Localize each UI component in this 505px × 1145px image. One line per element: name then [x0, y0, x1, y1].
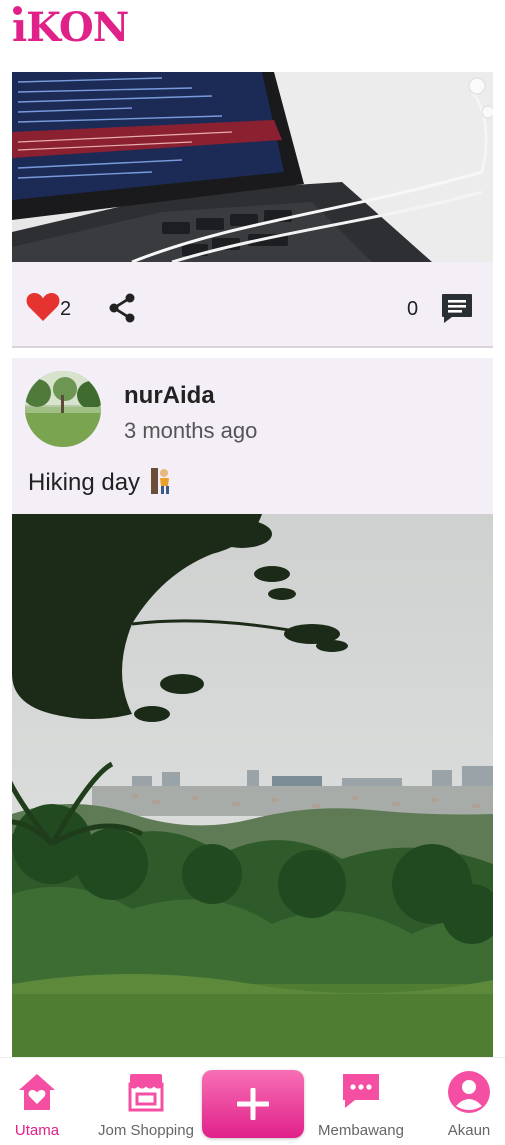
person-climbing-icon — [150, 468, 173, 501]
caption-text: Hiking day — [28, 469, 141, 496]
laptop-photo-image — [12, 72, 493, 262]
post-actions: 2 0 — [12, 262, 493, 346]
plus-icon — [237, 1088, 269, 1120]
comment-count: 0 — [407, 298, 419, 320]
nav-item-membawang[interactable]: Membawang — [312, 1058, 410, 1145]
post-card: nurAida 3 months ago Hiking day — [12, 358, 493, 1057]
post-timestamp: 3 months ago — [124, 418, 258, 443]
like-count: 2 — [60, 298, 72, 320]
nav-label: Akaun — [447, 1122, 491, 1139]
nav-item-jom-shopping[interactable]: Jom Shopping — [92, 1058, 200, 1145]
store-icon — [128, 1074, 164, 1112]
user-icon — [448, 1071, 490, 1113]
post-caption: Hiking day — [28, 468, 173, 501]
logo-dot — [13, 6, 22, 15]
nav-item-utama[interactable]: Utama — [0, 1058, 74, 1145]
heart-icon — [26, 293, 60, 321]
home-icon — [19, 1074, 55, 1110]
logo-text: ıKON — [12, 4, 129, 51]
nav-item-akaun[interactable]: Akaun — [438, 1058, 500, 1145]
post-feed[interactable]: 2 0 nurAida 3 months ago Hiking day — [0, 72, 505, 1057]
comment-button[interactable] — [440, 292, 474, 324]
app-header: ıKON — [0, 0, 505, 72]
add-post-button[interactable] — [202, 1070, 304, 1138]
post-photo-laptop[interactable] — [12, 72, 493, 262]
nav-label: Utama — [14, 1122, 60, 1139]
avatar[interactable] — [25, 371, 101, 447]
like-button[interactable] — [26, 292, 60, 322]
post-username[interactable]: nurAida — [124, 382, 215, 410]
share-icon — [109, 293, 135, 323]
share-button[interactable] — [106, 292, 138, 324]
nav-label: Jom Shopping — [98, 1122, 194, 1139]
hiking-photo-image — [12, 514, 493, 1057]
comment-icon — [442, 294, 472, 323]
chat-icon — [343, 1074, 379, 1108]
app-screen: ıKON 2 0 nurAida 3 months ago Hiking day… — [0, 0, 505, 1145]
app-logo[interactable]: ıKON — [12, 6, 129, 48]
nav-label: Membawang — [318, 1122, 404, 1139]
avatar-image — [25, 371, 101, 447]
nav-item-add-post[interactable] — [200, 1058, 306, 1145]
post-photo-hiking[interactable] — [12, 514, 493, 1057]
post-card: 2 0 — [12, 72, 493, 348]
bottom-nav: Utama Jom Shopping Membawang Akaun — [0, 1057, 505, 1145]
